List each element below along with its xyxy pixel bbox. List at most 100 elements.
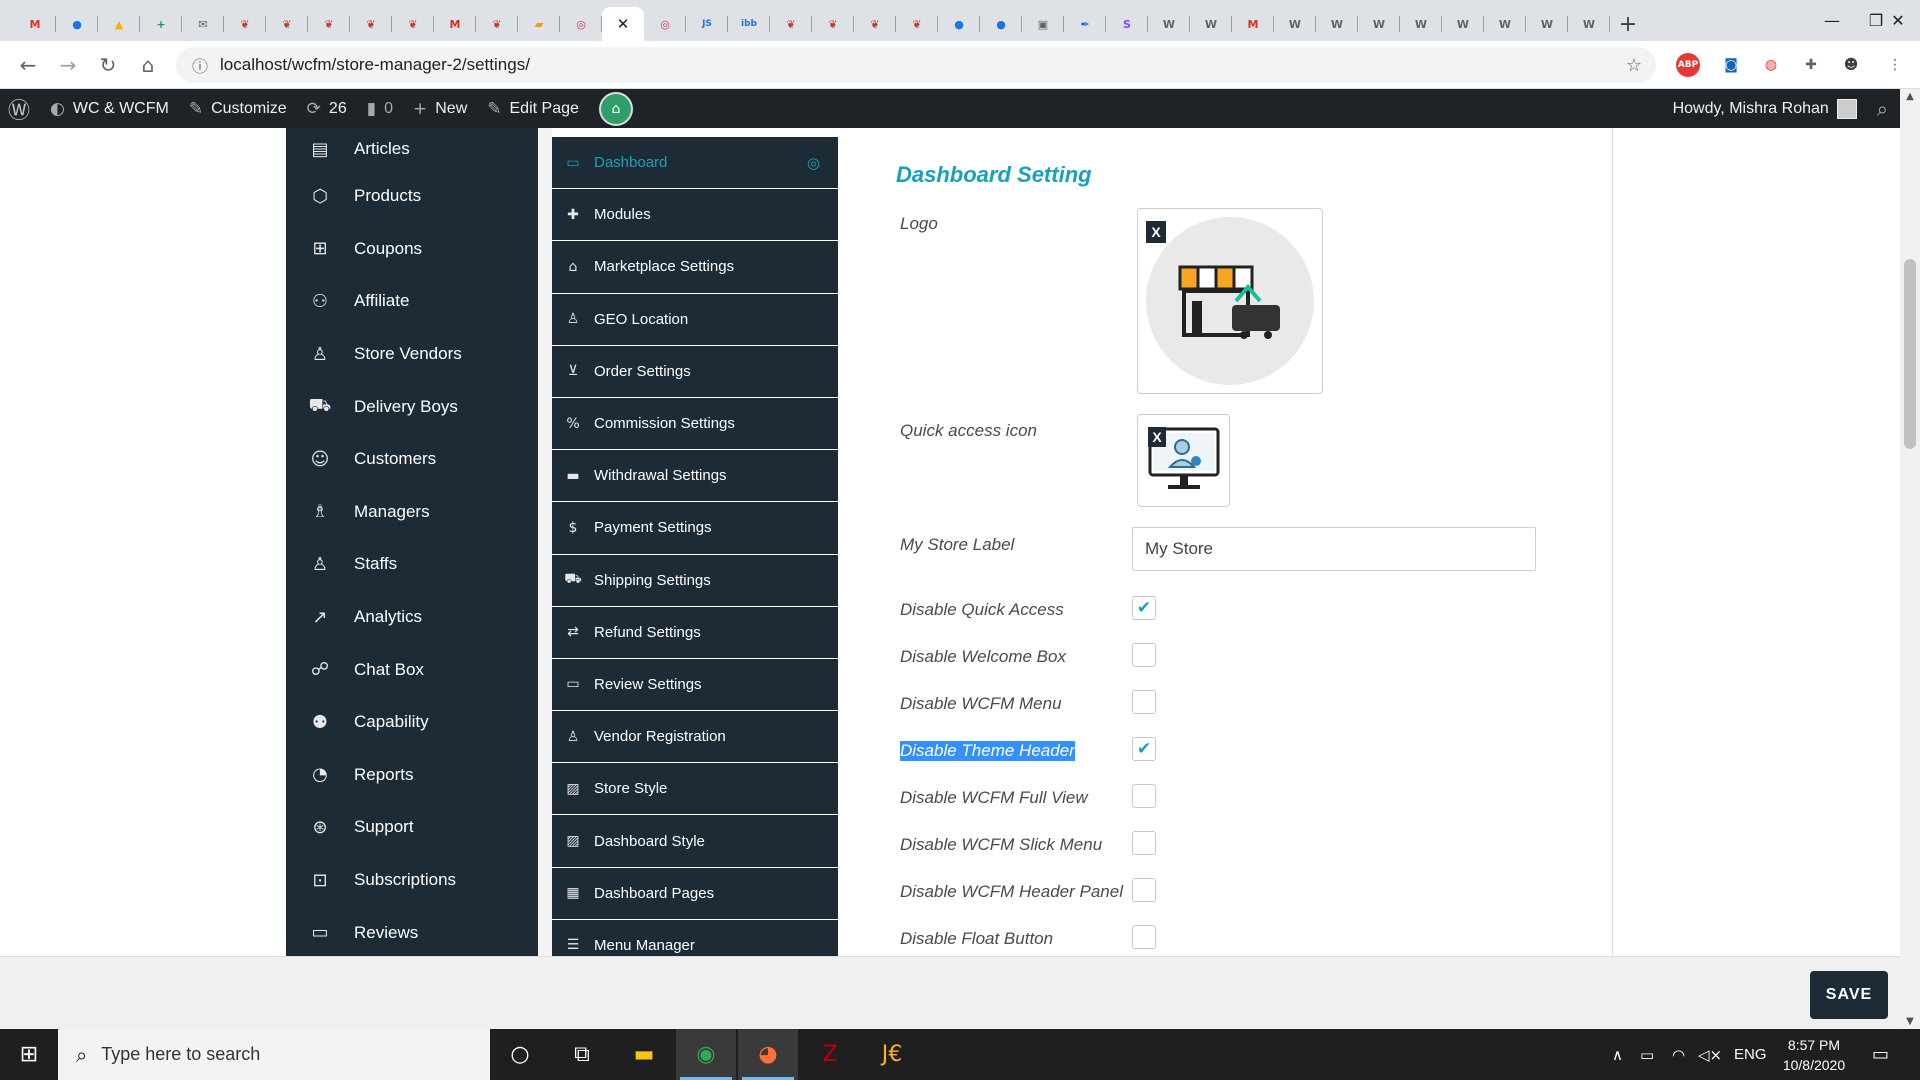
settings-menu-item-store-style[interactable]: ▨ Store Style (552, 763, 838, 816)
main-menu-item-managers[interactable]: ♗ Managers (286, 486, 538, 539)
main-menu-item-chat-box[interactable]: ☍ Chat Box (286, 643, 538, 696)
forward-icon[interactable]: → (48, 45, 88, 85)
browser-tab[interactable]: ◎ (644, 7, 686, 41)
browser-tab[interactable]: JS (686, 7, 728, 41)
browser-tab[interactable]: M (434, 7, 476, 41)
filezilla-icon[interactable]: Z (800, 1029, 860, 1080)
browser-tab[interactable]: ▲ (98, 7, 140, 41)
settings-menu-item-dashboard[interactable]: ▭ Dashboard ◎ (552, 137, 838, 190)
browser-tab[interactable]: ❦ (770, 7, 812, 41)
site-name-link[interactable]: ◐ WC & WCFM (40, 89, 179, 128)
browser-tab[interactable]: ✉ (182, 7, 224, 41)
browser-tab[interactable]: W (1442, 7, 1484, 41)
comments-link[interactable]: ▮ 0 (357, 89, 403, 128)
quick-access-image[interactable]: X (1137, 414, 1230, 507)
remove-logo-button[interactable]: X (1146, 221, 1166, 243)
browser-tab[interactable]: S (1106, 7, 1148, 41)
close-window-icon[interactable]: ✕ (1876, 0, 1920, 41)
main-menu-item-reviews[interactable]: ▭ Reviews (286, 906, 538, 959)
notification-center-icon[interactable]: ▭ (1872, 1029, 1889, 1080)
taskbar-clock[interactable]: 8:57 PM 10/8/2020 (1764, 1035, 1864, 1075)
store-label-input[interactable] (1132, 527, 1536, 571)
browser-tab[interactable]: ibb (728, 7, 770, 41)
profile-avatar-icon[interactable]: ☻ (1836, 50, 1866, 80)
wifi-icon[interactable]: ◠ (1672, 1029, 1685, 1080)
main-menu-item-customers[interactable]: ☺ Customers (286, 433, 538, 486)
firefox-icon[interactable]: ◕ (738, 1029, 798, 1080)
settings-menu-item-modules[interactable]: ✚ Modules (552, 189, 838, 242)
browser-tab[interactable]: ● (56, 7, 98, 41)
jetbrains-icon[interactable]: J€ (862, 1029, 922, 1080)
settings-menu-item-geo-location[interactable]: ♙ GEO Location (552, 294, 838, 346)
minimize-icon[interactable]: — (1810, 0, 1854, 41)
disable-float-button-checkbox[interactable] (1132, 925, 1156, 949)
browser-tab[interactable]: ❦ (476, 7, 518, 41)
wp-logo-menu[interactable]: Ⓦ (0, 89, 40, 128)
file-explorer-icon[interactable]: ▬ (614, 1029, 674, 1080)
battery-icon[interactable]: ▭ (1640, 1029, 1654, 1080)
menu-dots-icon[interactable]: ⋮ (1880, 50, 1910, 80)
windows-start-icon[interactable]: ⊞ (0, 1029, 58, 1080)
browser-tab[interactable]: ❦ (224, 7, 266, 41)
browser-tab[interactable]: ▣ (1022, 7, 1064, 41)
disable-wcfm-full-view-checkbox[interactable] (1132, 784, 1156, 808)
browser-tab[interactable]: ❦ (266, 7, 308, 41)
swirl-icon[interactable]: ◍ (1756, 50, 1786, 80)
disable-wcfm-header-panel-checkbox[interactable] (1132, 878, 1156, 902)
scrollbar-thumb[interactable] (1904, 259, 1916, 449)
browser-tab[interactable]: M (14, 7, 56, 41)
remove-quick-access-button[interactable]: X (1148, 427, 1166, 447)
scroll-down-icon[interactable]: ▼ (1900, 1016, 1920, 1027)
browser-tab[interactable]: ◎ (560, 7, 602, 41)
browser-tab[interactable]: ❦ (896, 7, 938, 41)
browser-tab[interactable]: W (1358, 7, 1400, 41)
task-view-icon[interactable]: ⧉ (552, 1029, 612, 1080)
browser-tab[interactable]: ▰ (518, 7, 560, 41)
admin-search-button[interactable]: ⌕ (1867, 89, 1900, 128)
browser-tab[interactable]: W (1274, 7, 1316, 41)
save-button[interactable]: SAVE (1810, 971, 1888, 1019)
main-menu-item-store-vendors[interactable]: ♙ Store Vendors (286, 328, 538, 381)
settings-menu-item-vendor-registration[interactable]: ♙ Vendor Registration (552, 711, 838, 764)
main-menu-item-reports[interactable]: ◔ Reports (286, 749, 538, 802)
browser-tab[interactable]: ✒ (1064, 7, 1106, 41)
disable-theme-header-checkbox[interactable]: ✔ (1132, 737, 1156, 761)
bookmark-star-icon[interactable]: ☆ (1626, 55, 1642, 76)
back-icon[interactable]: ← (8, 45, 48, 85)
browser-tab[interactable]: ❦ (308, 7, 350, 41)
puzzle-icon[interactable]: ✚ (1796, 50, 1826, 80)
settings-menu-item-marketplace-settings[interactable]: ⌂ Marketplace Settings (552, 241, 838, 294)
screenshot-icon[interactable]: ◙ (1716, 50, 1746, 80)
new-tab-button[interactable]: + (1610, 7, 1646, 41)
main-menu-item-coupons[interactable]: ⊞ Coupons (286, 223, 538, 276)
browser-tab[interactable]: W (1316, 7, 1358, 41)
disable-welcome-box-checkbox[interactable] (1132, 643, 1156, 667)
browser-tab-active[interactable]: ✕ (602, 7, 644, 41)
main-menu-item-support[interactable]: ⊛ Support (286, 801, 538, 854)
settings-menu-item-commission-settings[interactable]: % Commission Settings (552, 398, 838, 451)
page-scrollbar[interactable]: ▲ ▼ (1900, 89, 1920, 1029)
settings-menu-item-withdrawal-settings[interactable]: ▬ Withdrawal Settings (552, 450, 838, 503)
settings-menu-item-order-settings[interactable]: ⊻ Order Settings (552, 346, 838, 398)
main-menu-item-staffs[interactable]: ♙ Staffs (286, 538, 538, 591)
browser-tab[interactable]: ● (980, 7, 1022, 41)
chrome-icon[interactable]: ◉ (676, 1029, 736, 1080)
browser-tab[interactable]: W (1190, 7, 1232, 41)
scroll-up-icon[interactable]: ▲ (1900, 91, 1920, 102)
browser-tab[interactable]: W (1148, 7, 1190, 41)
settings-menu-item-dashboard-style[interactable]: ▨ Dashboard Style (552, 815, 838, 868)
edit-page-link[interactable]: ✎ Edit Page (477, 89, 589, 128)
input-language[interactable]: ENG (1734, 1029, 1767, 1080)
main-menu-item-articles[interactable]: ▤ Articles (286, 128, 538, 170)
taskbar-search-box[interactable]: ⌕ Type here to search (58, 1029, 490, 1080)
volume-muted-icon[interactable]: ◁× (1698, 1029, 1722, 1080)
cortana-icon[interactable]: ○ (490, 1029, 550, 1080)
new-content-link[interactable]: + New (403, 89, 477, 128)
home-icon[interactable]: ⌂ (128, 45, 168, 85)
disable-wcfm-menu-checkbox[interactable] (1132, 690, 1156, 714)
reload-icon[interactable]: ↻ (88, 45, 128, 85)
tray-chevron-icon[interactable]: ∧ (1612, 1029, 1623, 1080)
main-menu-item-affiliate[interactable]: ⚇ Affiliate (286, 275, 538, 328)
close-icon[interactable]: ✕ (614, 15, 632, 33)
site-info-icon[interactable]: ⓘ (192, 53, 208, 77)
